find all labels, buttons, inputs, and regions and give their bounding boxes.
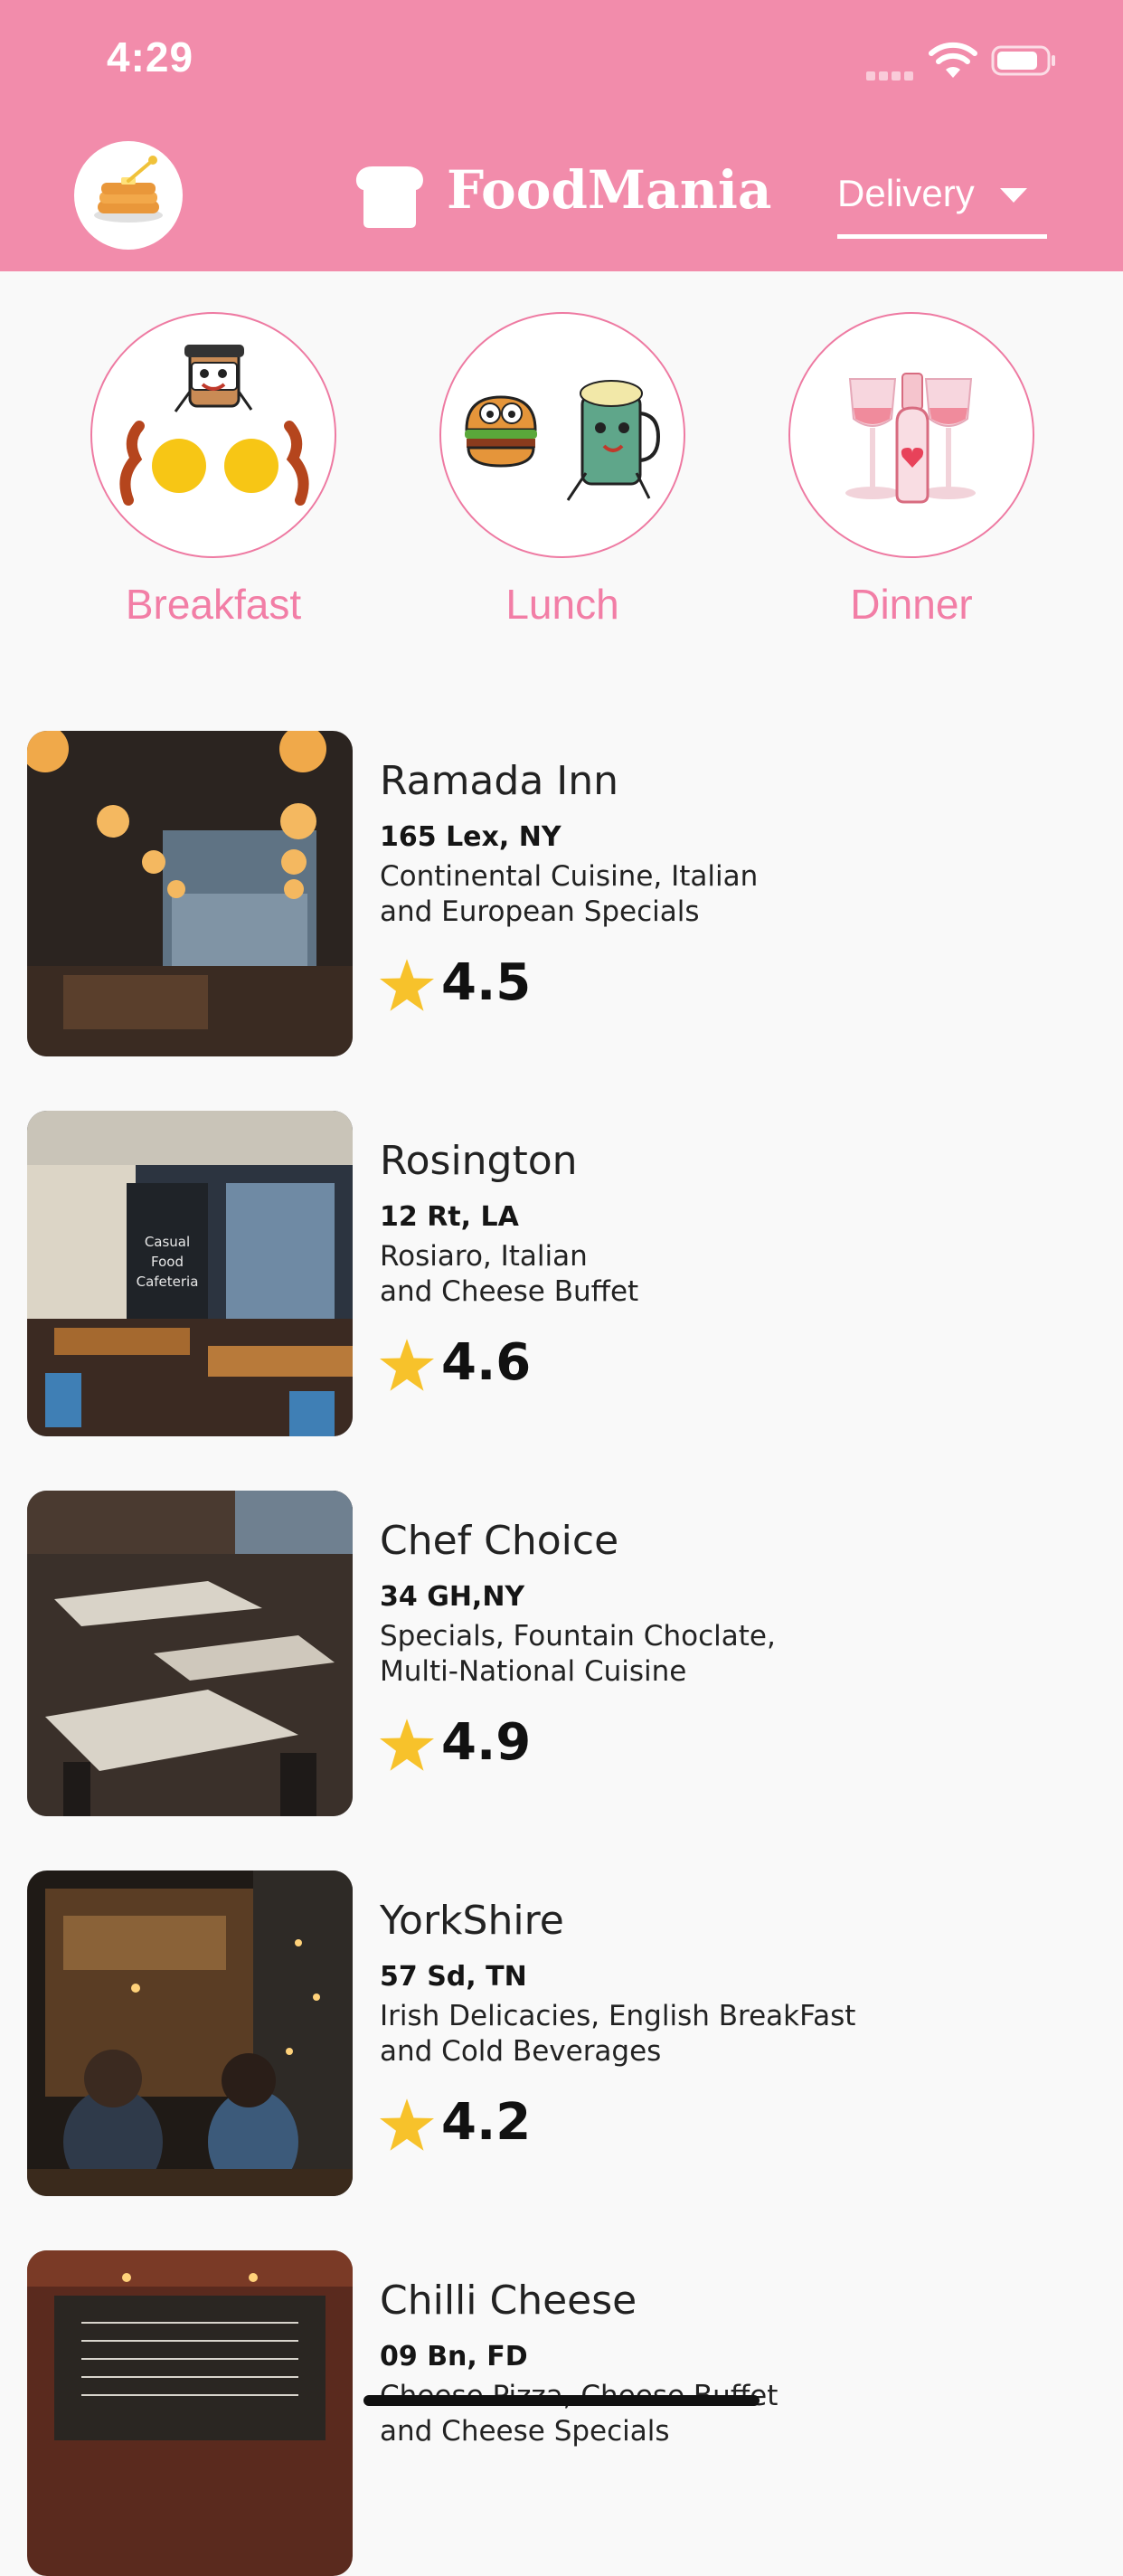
- description-line: and Cold Beverages: [380, 2035, 662, 2068]
- description-line: and Cheese Specials: [380, 2415, 670, 2448]
- restaurant-card[interactable]: YorkShire 57 Sd, TN Irish Delicacies, En…: [27, 1870, 1112, 2196]
- status-time: 4:29: [107, 33, 194, 80]
- restaurant-name: Ramada Inn: [380, 758, 619, 804]
- description-line: Rosiaro, Italian: [380, 1240, 588, 1273]
- restaurant-card[interactable]: Chilli Cheese 09 Bn, FD Cheese Pizza, Ch…: [27, 2250, 1112, 2576]
- delivery-mode-dropdown[interactable]: Delivery: [837, 168, 1047, 239]
- restaurant-address: 165 Lex, NY: [380, 821, 562, 853]
- description-line: and Cheese Buffet: [380, 1275, 639, 1308]
- restaurant-card[interactable]: Chef Choice 34 GH,NY Specials, Fountain …: [27, 1491, 1112, 1816]
- rating-value: 4.5: [441, 953, 532, 1012]
- lunch-icon: [439, 312, 685, 558]
- restaurant-name: YorkShire: [380, 1898, 564, 1944]
- restaurant-address: 12 Rt, LA: [380, 1201, 519, 1233]
- pancake-stack-icon: [94, 156, 163, 223]
- restaurant-photo: Casual Food Cafeteria: [27, 1111, 353, 1436]
- restaurant-photo: [27, 1491, 353, 1816]
- restaurant-card[interactable]: Ramada Inn 165 Lex, NY Continental Cuisi…: [27, 731, 1112, 1056]
- meal-categories: Breakfast Lunch Dinner: [0, 312, 1123, 647]
- rating-value: 4.2: [441, 2093, 532, 2152]
- star-icon: [380, 959, 434, 1011]
- restaurant-description: Cheese Pizza, Cheese Buffet and Cheese S…: [380, 2379, 940, 2449]
- star-icon: [380, 2098, 434, 2151]
- rating-value: 4.9: [441, 1713, 532, 1772]
- restaurant-photo: [27, 731, 353, 1056]
- restaurant-name: Chilli Cheese: [380, 2278, 637, 2324]
- restaurant-address: 57 Sd, TN: [380, 1961, 527, 1993]
- restaurant-description: Irish Delicacies, English BreakFast and …: [380, 1999, 940, 2069]
- dinner-icon: [788, 312, 1034, 558]
- category-label: Breakfast: [125, 581, 302, 628]
- restaurant-photo: [27, 1870, 353, 2196]
- rating-value: 4.6: [441, 1333, 532, 1392]
- wifi-icon: [929, 42, 977, 78]
- restaurant-description: Continental Cuisine, Italian and Europea…: [380, 859, 940, 930]
- sign-text: Food: [151, 1254, 184, 1270]
- restaurant-card[interactable]: Casual Food Cafeteria Rosington 12 Rt, L…: [27, 1111, 1112, 1436]
- brand-name: FoodMania: [447, 159, 772, 221]
- restaurant-description: Rosiaro, Italian and Cheese Buffet: [380, 1239, 940, 1310]
- sign-text: Casual: [145, 1234, 190, 1250]
- star-icon: [380, 1719, 434, 1771]
- restaurant-address: 09 Bn, FD: [380, 2341, 528, 2372]
- description-line: Multi-National Cuisine: [380, 1655, 687, 1688]
- restaurant-photo: [27, 2250, 353, 2576]
- home-indicator[interactable]: [363, 2395, 760, 2406]
- cellular-signal-icon: [866, 67, 917, 80]
- restaurant-description: Specials, Fountain Choclate, Multi-Natio…: [380, 1619, 940, 1690]
- restaurant-name: Rosington: [380, 1138, 578, 1184]
- profile-avatar[interactable]: [74, 141, 183, 250]
- category-label: Dinner: [850, 581, 973, 628]
- star-icon: [380, 1339, 434, 1391]
- sign-text: Cafeteria: [137, 1274, 199, 1290]
- battery-icon: [991, 45, 1055, 76]
- category-breakfast[interactable]: Breakfast: [90, 312, 336, 647]
- description-line: and European Specials: [380, 895, 700, 928]
- delivery-mode-label: Delivery: [837, 172, 975, 214]
- restaurant-name: Chef Choice: [380, 1518, 619, 1564]
- category-dinner[interactable]: Dinner: [788, 312, 1034, 647]
- description-line: Continental Cuisine, Italian: [380, 860, 759, 893]
- bread-loaf-icon: [355, 166, 424, 228]
- caret-down-icon: [1000, 188, 1027, 203]
- category-label: Lunch: [505, 581, 619, 628]
- app-header: 4:29 FoodMania Delivery: [0, 0, 1123, 271]
- restaurant-address: 34 GH,NY: [380, 1581, 525, 1613]
- category-lunch[interactable]: Lunch: [439, 312, 685, 647]
- breakfast-icon: [90, 312, 336, 558]
- description-line: Irish Delicacies, English BreakFast: [380, 2000, 856, 2032]
- description-line: Specials, Fountain Choclate,: [380, 1620, 776, 1653]
